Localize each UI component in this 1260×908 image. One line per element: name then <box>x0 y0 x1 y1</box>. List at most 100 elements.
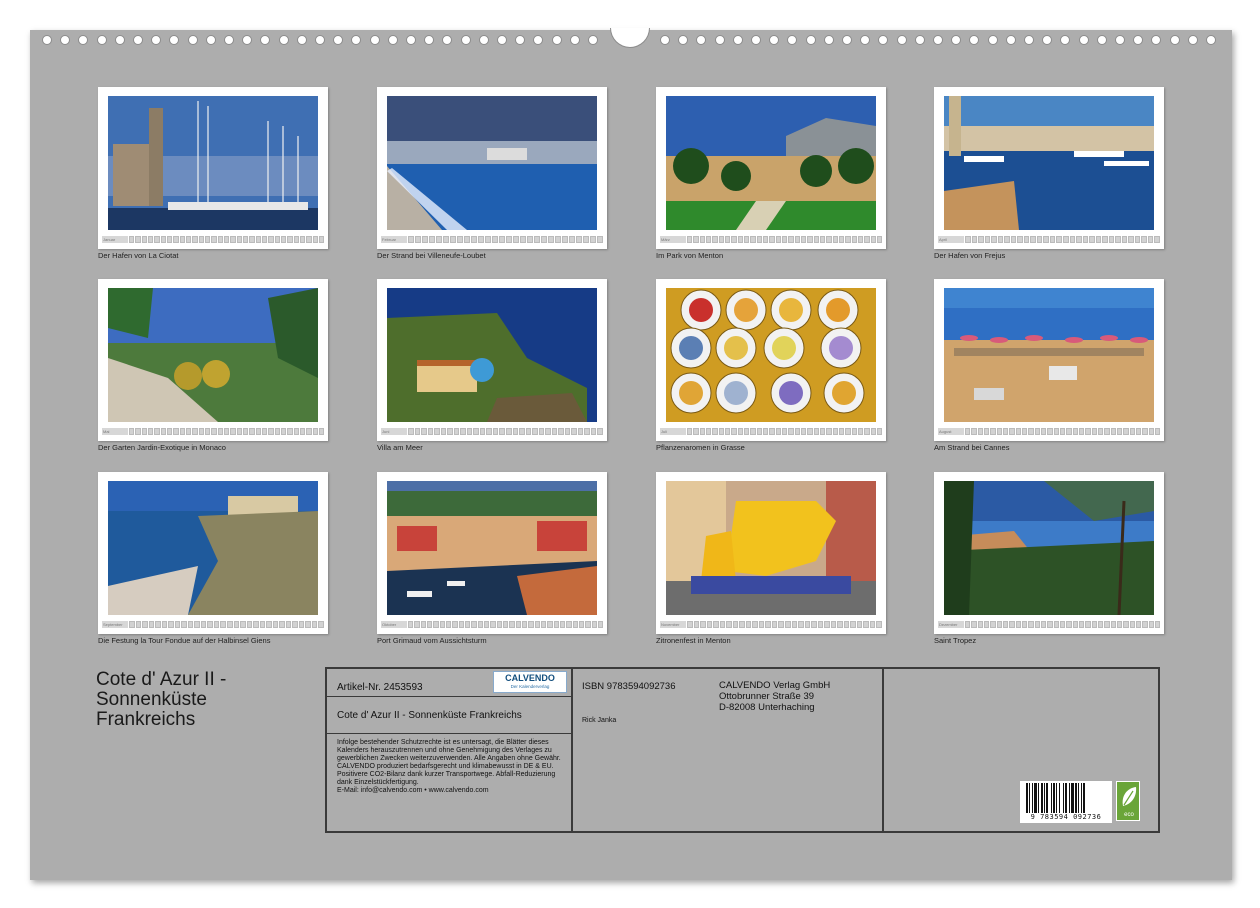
info-box: Artikel-Nr. 2453593 CALVENDO Der Kalende… <box>325 667 1160 833</box>
day-cell <box>439 620 445 628</box>
day-strip: Juni <box>381 427 603 435</box>
day-cell <box>194 620 200 628</box>
binding-ring <box>714 35 725 45</box>
day-cell <box>408 620 414 628</box>
day-cell <box>978 235 984 243</box>
day-cell <box>445 620 452 628</box>
day-cell <box>1142 427 1148 435</box>
binding-ring <box>860 35 871 45</box>
day-cell <box>1110 427 1116 435</box>
month-caption: Der Strand bei Villeneufe-Loubet <box>377 251 486 260</box>
day-cell <box>813 235 819 243</box>
day-cell <box>769 235 775 243</box>
day-cell <box>318 620 324 628</box>
day-cell <box>166 235 173 243</box>
cover-title-line-1: Cote d' Azur II - <box>96 669 227 690</box>
month-card: August <box>934 279 1164 441</box>
day-cell <box>443 235 449 243</box>
day-cell <box>506 235 512 243</box>
barcode-icon <box>1026 783 1085 813</box>
day-cell <box>414 427 421 435</box>
month-name: Februar <box>381 235 407 243</box>
day-cell <box>174 620 181 628</box>
day-cell <box>311 620 318 628</box>
day-cell <box>726 620 732 628</box>
binding-ring <box>278 35 289 45</box>
barcode-number: 9 783594 092736 <box>1030 813 1102 821</box>
day-cell <box>1085 427 1091 435</box>
day-cell <box>213 620 220 628</box>
day-cell <box>408 235 414 243</box>
day-cell <box>687 235 693 243</box>
day-cell <box>997 235 1004 243</box>
month-caption: Der Garten Jardin-Exotique in Monaco <box>98 443 226 452</box>
binding-ring <box>1078 35 1089 45</box>
day-cell <box>1123 427 1129 435</box>
day-cell <box>129 620 135 628</box>
month-photo <box>666 288 876 422</box>
day-strip: April <box>938 235 1160 243</box>
day-cell <box>558 427 564 435</box>
cover-title: Cote d' Azur II - Sonnenküste Frankreich… <box>96 670 316 730</box>
day-cell <box>850 620 856 628</box>
binding-ring <box>1005 35 1016 45</box>
day-cell <box>745 620 752 628</box>
day-cell <box>876 427 883 435</box>
day-cell <box>1010 235 1017 243</box>
day-cell <box>305 620 311 628</box>
day-cell <box>1066 620 1072 628</box>
binding-ring <box>442 35 453 45</box>
day-cell <box>788 427 794 435</box>
day-cell <box>585 620 591 628</box>
day-cell <box>1062 235 1069 243</box>
day-cell <box>983 427 990 435</box>
binding-ring <box>60 35 71 45</box>
day-cell <box>192 427 198 435</box>
month-caption: Am Strand bei Cannes <box>934 443 1010 452</box>
day-cell <box>1047 427 1053 435</box>
day-cell <box>1110 620 1116 628</box>
eco-badge: eco <box>1116 781 1140 821</box>
day-cell <box>718 235 724 243</box>
month-photo <box>108 96 318 230</box>
binding-ring <box>823 35 834 45</box>
day-strip: September <box>102 620 324 628</box>
day-cell <box>1116 620 1123 628</box>
day-cell <box>1002 620 1009 628</box>
day-cell <box>712 427 718 435</box>
day-cell <box>129 427 135 435</box>
day-cell <box>762 235 769 243</box>
day-cell <box>499 235 505 243</box>
binding-ring <box>551 35 562 45</box>
day-cell <box>1123 620 1129 628</box>
binding-ring <box>588 35 598 45</box>
day-cell <box>452 620 458 628</box>
day-cell <box>1056 235 1062 243</box>
day-cell <box>1021 427 1028 435</box>
month-caption: Pflanzenaromen in Grasse <box>656 443 745 452</box>
day-cell <box>266 620 272 628</box>
day-cell <box>1059 620 1066 628</box>
article-number: Artikel-Nr. 2453593 <box>337 682 423 693</box>
day-cell <box>505 427 512 435</box>
day-cell <box>824 620 830 628</box>
month-photo <box>108 481 318 615</box>
day-cell <box>756 427 762 435</box>
month-card: September <box>98 472 328 634</box>
day-strip: Oktober <box>381 620 604 628</box>
day-cell <box>528 620 534 628</box>
day-cell <box>819 427 826 435</box>
day-cell <box>731 427 737 435</box>
day-cell <box>971 620 977 628</box>
day-cell <box>1049 235 1056 243</box>
day-cell <box>447 427 453 435</box>
binding-ring <box>1060 35 1071 45</box>
month-caption: Der Hafen von La Ciotat <box>98 251 179 260</box>
month-card: Juni <box>377 279 607 441</box>
day-cell <box>590 427 597 435</box>
day-cell <box>1030 235 1036 243</box>
day-cell <box>1108 235 1115 243</box>
month-name: April <box>938 235 964 243</box>
day-cell <box>155 620 161 628</box>
day-cell <box>249 427 255 435</box>
